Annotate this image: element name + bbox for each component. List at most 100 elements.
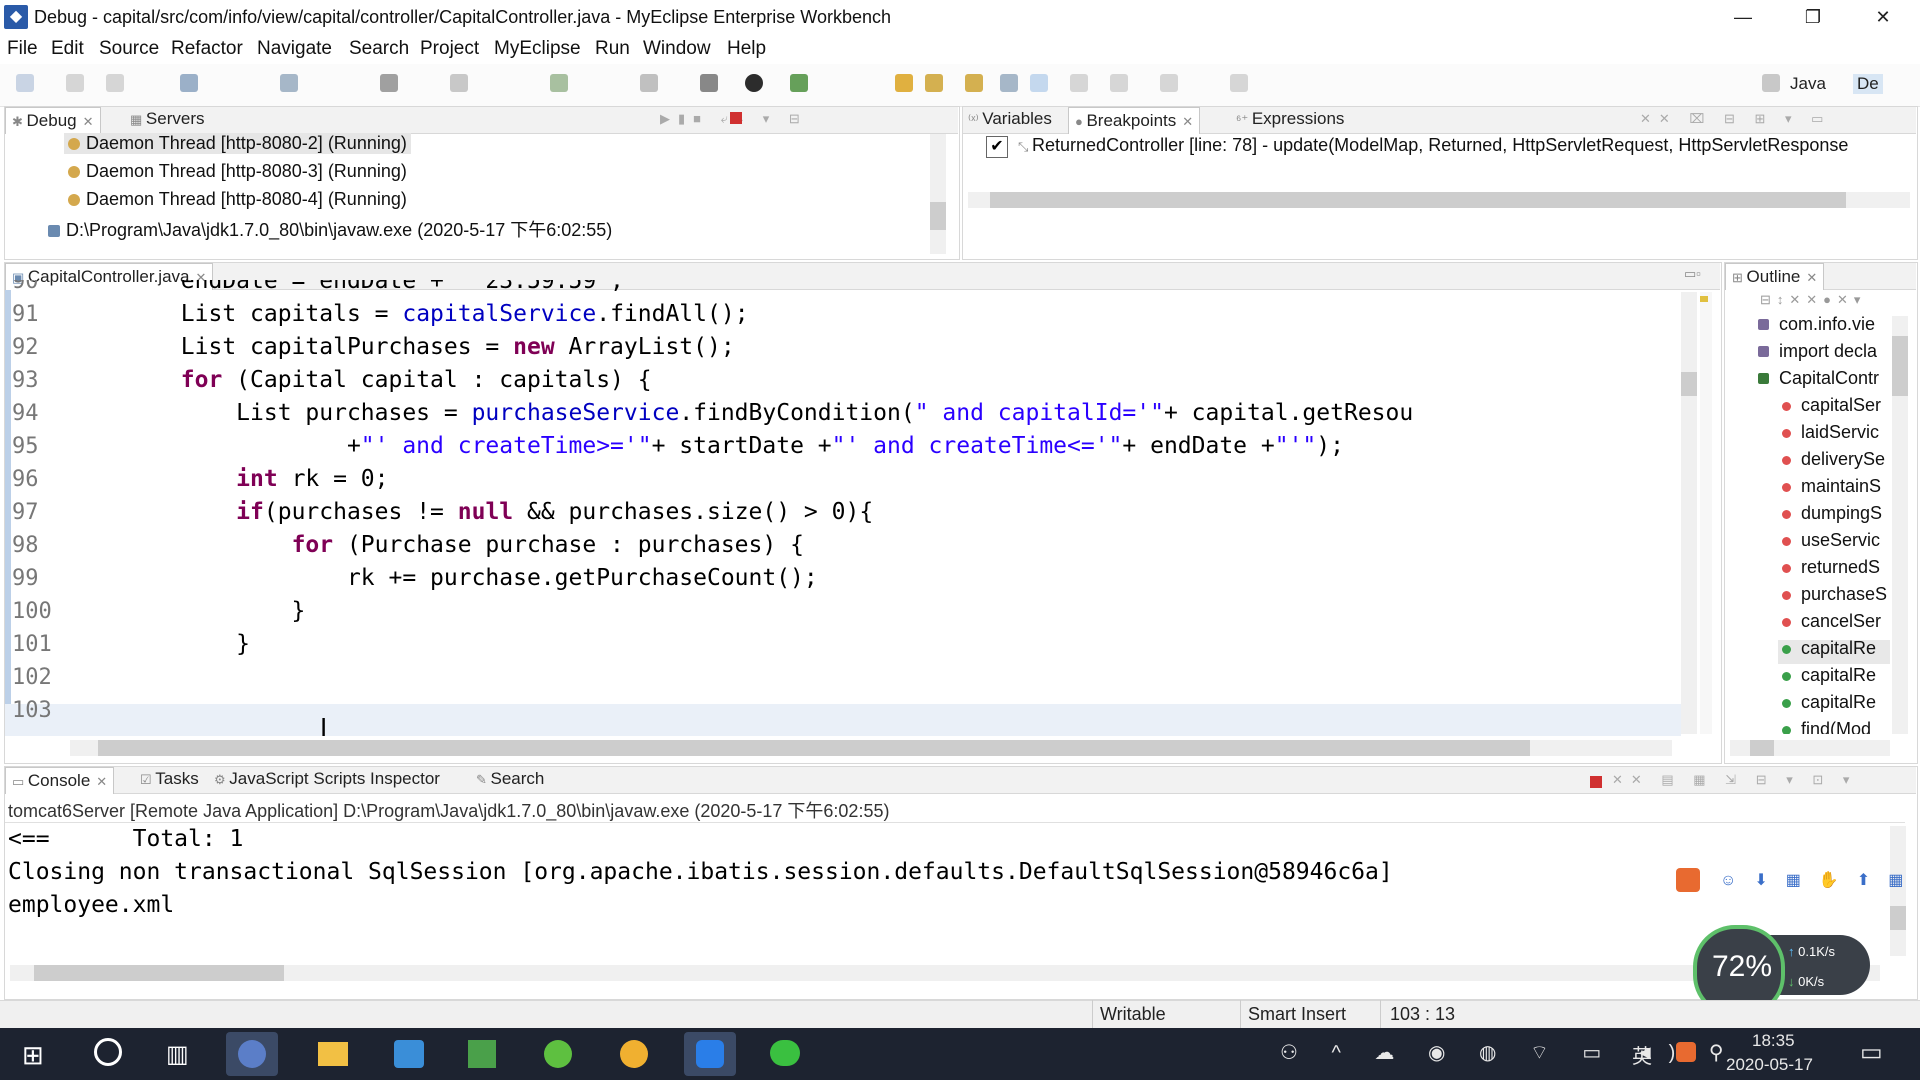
outline-item[interactable]: cancelSer	[1782, 611, 1881, 632]
tab-outline[interactable]: ⊞ Outline ✕	[1725, 263, 1825, 290]
system-tray-icons[interactable]: ⚇ ^ ☁ ◉ ◍ ⌔ ▭ ◄) ⚲	[1280, 1040, 1737, 1065]
notification-icon[interactable]: ▭	[1860, 1038, 1883, 1067]
outline-item[interactable]: deliverySe	[1782, 449, 1885, 470]
breakpoint-entry[interactable]: ⤡ ReturnedController [line: 78] - update…	[1018, 135, 1848, 156]
tab-js-inspector[interactable]: ⚙ JavaScript Scripts Inspector	[214, 769, 440, 789]
new-icon[interactable]	[16, 74, 34, 92]
outline-hscroll[interactable]	[1730, 740, 1890, 756]
outline-item[interactable]: laidServic	[1782, 422, 1879, 443]
highlight-icon[interactable]	[1030, 74, 1048, 92]
code-line[interactable]: 97 if(purchases != null && purchases.siz…	[12, 499, 873, 532]
outline-item[interactable]: useServic	[1782, 530, 1880, 551]
wechat-taskbar-app[interactable]	[758, 1032, 810, 1076]
outline-item[interactable]: purchaseS	[1782, 584, 1887, 605]
code-line[interactable]: 101 }	[12, 631, 250, 664]
console-vscroll[interactable]	[1890, 826, 1906, 956]
tab-tasks[interactable]: ☑ Tasks	[140, 769, 199, 789]
ime-logo-icon[interactable]	[1676, 868, 1700, 892]
code-line[interactable]: 95 +"' and createTime>='"+ startDate +"'…	[12, 433, 1344, 466]
toggle-icon[interactable]	[1070, 74, 1088, 92]
windows-start-icon[interactable]: ⊞	[22, 1040, 44, 1071]
sogou-tray-icon[interactable]	[1676, 1042, 1696, 1062]
outline-item[interactable]: com.info.vie	[1758, 314, 1875, 335]
window-icon[interactable]	[640, 74, 658, 92]
ime-toolbar-icons[interactable]: ☺⬇▦✋⬆▦	[1720, 870, 1920, 890]
deploy-icon[interactable]	[380, 74, 398, 92]
forward-icon[interactable]	[1230, 74, 1248, 92]
outline-item[interactable]: import decla	[1758, 341, 1877, 362]
ime-language-indicator[interactable]: 英	[1632, 1040, 1652, 1069]
outline-item[interactable]: CapitalContr	[1758, 368, 1879, 389]
outline-item[interactable]: find(Mod	[1782, 719, 1871, 734]
annotation-icon[interactable]	[1000, 74, 1018, 92]
console-hscroll[interactable]	[10, 965, 1880, 981]
code-line[interactable]: 91 List capitals = capitalService.findAl…	[12, 301, 749, 334]
code-line[interactable]: 102	[12, 664, 70, 697]
close-button[interactable]: ✕	[1853, 0, 1913, 34]
menu-refactor[interactable]: Refactor	[171, 38, 243, 60]
debug-icon[interactable]	[180, 74, 198, 92]
code-line[interactable]: 92 List capitalPurchases = new ArrayList…	[12, 334, 735, 367]
run-external-icon[interactable]	[790, 74, 808, 92]
print-icon[interactable]	[106, 74, 124, 92]
close-icon[interactable]: ✕	[96, 774, 107, 789]
back-icon[interactable]	[1160, 74, 1178, 92]
open-folder-icon[interactable]	[895, 74, 913, 92]
code-line[interactable]: 99 rk += purchase.getPurchaseCount();	[12, 565, 818, 598]
perspective-java[interactable]: Java	[1790, 74, 1826, 94]
code-line[interactable]: 96 int rk = 0;	[12, 466, 389, 499]
perspective-debug[interactable]: De	[1853, 74, 1883, 94]
menu-source[interactable]: Source	[99, 38, 159, 60]
open-type-icon[interactable]	[925, 74, 943, 92]
code-line[interactable]: 98 for (Purchase purchase : purchases) {	[12, 532, 804, 565]
spreadsheet-taskbar-app[interactable]	[456, 1032, 508, 1076]
menu-project[interactable]: Project	[420, 38, 479, 60]
menu-file[interactable]: File	[7, 38, 38, 60]
ie-taskbar-app[interactable]	[532, 1032, 584, 1076]
menu-run[interactable]: Run	[595, 38, 630, 60]
menu-myeclipse[interactable]: MyEclipse	[494, 38, 581, 60]
editor-vscroll[interactable]	[1681, 292, 1697, 734]
debug-scrollbar[interactable]	[930, 134, 946, 254]
debug-toolbar-icons[interactable]: ▶▮■ ⤶⤷ ▾ ⊟	[660, 111, 940, 127]
tab-console[interactable]: ▭ Console ✕	[5, 767, 115, 794]
outline-item[interactable]: capitalRe	[1782, 638, 1876, 659]
tab-variables[interactable]: ⁽ˣ⁾ Variables	[968, 109, 1052, 129]
outline-toolbar-icons[interactable]: ⊟↕✕✕●✕▾	[1760, 292, 1866, 308]
notes-taskbar-app[interactable]	[608, 1032, 660, 1076]
server-icon[interactable]	[280, 74, 298, 92]
code-line[interactable]: 94 List purchases = purchaseService.find…	[12, 400, 1413, 433]
code-line[interactable]: 100 }	[12, 598, 305, 631]
open-perspective-icon[interactable]	[1762, 74, 1780, 92]
tab-expressions[interactable]: ⁶⁺ Expressions	[1236, 109, 1344, 129]
settings-icon[interactable]	[700, 74, 718, 92]
package-icon[interactable]	[550, 74, 568, 92]
tab-search[interactable]: ✎ Search	[476, 769, 544, 789]
next-annotation-icon[interactable]	[1110, 74, 1128, 92]
console-terminate-icon[interactable]	[1590, 776, 1602, 788]
myeclipse-taskbar-app[interactable]	[226, 1032, 278, 1076]
menu-window[interactable]: Window	[643, 38, 711, 60]
outline-tree[interactable]: com.info.vie import decla CapitalContr capi…	[1752, 314, 1890, 734]
debug-row[interactable]: Daemon Thread [http-8080-4] (Running)	[68, 189, 407, 210]
run-icon[interactable]	[745, 74, 763, 92]
close-icon[interactable]: ✕	[1182, 114, 1193, 129]
browser-taskbar-app[interactable]	[382, 1032, 434, 1076]
outline-item[interactable]: capitalRe	[1782, 665, 1876, 686]
console-toolbar-icons[interactable]: ✕✕ ▤ ▦ ⇲ ⊟ ▾ ⊡ ▾	[1612, 772, 1857, 788]
close-icon[interactable]: ✕	[1806, 270, 1817, 285]
save-icon[interactable]	[66, 74, 84, 92]
outline-vscroll[interactable]	[1892, 316, 1908, 734]
menu-help[interactable]: Help	[727, 38, 766, 60]
terminate-icon[interactable]	[730, 112, 742, 124]
breakpoints-hscroll[interactable]	[968, 192, 1910, 208]
maximize-button[interactable]: ❐	[1783, 0, 1843, 34]
outline-item[interactable]: capitalRe	[1782, 692, 1876, 713]
outline-item[interactable]: capitalSer	[1782, 395, 1881, 416]
code-line[interactable]: 90 endDate = endDate + " 23:59:59";	[12, 280, 624, 301]
outline-item[interactable]: maintainS	[1782, 476, 1881, 497]
debug-row[interactable]: D:\Program\Java\jdk1.7.0_80\bin\javaw.ex…	[48, 216, 612, 242]
code-area[interactable]: 90 endDate = endDate + " 23:59:59"; 91 Li…	[12, 280, 1672, 736]
close-icon[interactable]: ✕	[83, 114, 94, 129]
breakpoints-toolbar-icons[interactable]: ✕✕ ⌧ ⊟ ⊞ ▾ ▭	[1640, 111, 1910, 127]
